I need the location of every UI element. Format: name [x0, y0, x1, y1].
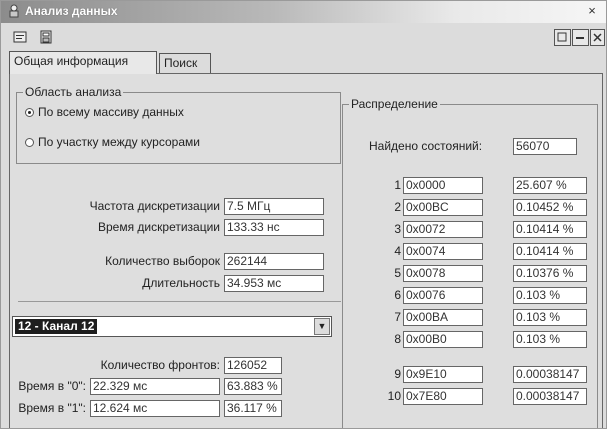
distribution-title: Распределение	[349, 97, 440, 111]
title-bar[interactable]: Анализ данных ×	[1, 1, 606, 23]
state-percent-field[interactable]: 0.10452 %	[513, 199, 587, 216]
state-percent-field[interactable]: 0.10376 %	[513, 265, 587, 282]
state-code-field[interactable]: 0x0078	[403, 265, 483, 282]
radio-label: По всему массиву данных	[38, 105, 184, 119]
analysis-area-title: Область анализа	[23, 85, 124, 99]
window-title: Анализ данных	[25, 4, 118, 18]
sample-rate-label: Частота дискретизации	[89, 199, 220, 213]
row-number: 4	[394, 244, 401, 258]
toolbar	[1, 24, 606, 50]
state-code-field[interactable]: 0x00B0	[403, 331, 483, 348]
minimize-window-button[interactable]	[572, 29, 589, 46]
state-code-field[interactable]: 0x0072	[403, 221, 483, 238]
state-code-field[interactable]: 0x0000	[403, 177, 483, 194]
state-percent-field[interactable]: 0.10414 %	[513, 243, 587, 260]
time-zero-percent-field[interactable]: 63.883 %	[224, 378, 282, 395]
state-percent-field[interactable]: 25.607 %	[513, 177, 587, 194]
channel-select[interactable]: 12 - Канал 12 ▼	[12, 316, 332, 337]
state-code-field[interactable]: 0x0076	[403, 287, 483, 304]
open-icon[interactable]	[11, 28, 29, 46]
analysis-area-group: Область анализа По всему массиву данных …	[16, 85, 341, 164]
restore-window-button[interactable]	[554, 29, 571, 46]
state-percent-field[interactable]: 0.00038147	[513, 388, 587, 405]
state-code-field[interactable]: 0x0074	[403, 243, 483, 260]
radio-whole-array[interactable]: По всему массиву данных	[25, 105, 184, 119]
duration-field[interactable]: 34.953 мс	[224, 275, 324, 292]
radio-selected-icon[interactable]	[25, 108, 34, 118]
channel-select-value: 12 - Канал 12	[15, 319, 98, 334]
duration-label: Длительность	[142, 276, 220, 290]
time-one-percent-field[interactable]: 36.117 %	[224, 400, 282, 417]
fronts-label: Количество фронтов:	[100, 358, 220, 372]
state-percent-field[interactable]: 0.103 %	[513, 287, 587, 304]
sample-count-field[interactable]: 262144	[224, 253, 324, 270]
state-code-field[interactable]: 0x7E80	[403, 388, 483, 405]
radio-unselected-icon[interactable]	[25, 138, 34, 148]
row-number: 1	[394, 178, 401, 192]
found-states-field[interactable]: 56070	[513, 138, 577, 155]
row-number: 10	[387, 389, 401, 403]
state-code-field[interactable]: 0x00BC	[403, 199, 483, 216]
row-number: 2	[394, 200, 401, 214]
radio-between-cursors[interactable]: По участку между курсорами	[25, 135, 200, 149]
sample-time-label: Время дискретизации	[98, 220, 220, 234]
time-zero-field[interactable]: 22.329 мс	[90, 378, 220, 395]
radio-label: По участку между курсорами	[38, 135, 200, 149]
tab-search[interactable]: Поиск	[159, 53, 211, 73]
state-code-field[interactable]: 0x9E10	[403, 366, 483, 383]
sample-time-field[interactable]: 133.33 нс	[224, 219, 324, 236]
analysis-window: Анализ данных × Общая информация Поиск О…	[0, 0, 607, 429]
divider	[18, 301, 341, 302]
time-one-field[interactable]: 12.624 мс	[90, 400, 220, 417]
sample-rate-field[interactable]: 7.5 МГц	[224, 198, 324, 215]
row-number: 9	[394, 367, 401, 381]
app-icon	[7, 4, 21, 18]
row-number: 5	[394, 266, 401, 280]
row-number: 3	[394, 222, 401, 236]
state-code-field[interactable]: 0x00BA	[403, 309, 483, 326]
chevron-down-icon[interactable]: ▼	[314, 318, 330, 335]
row-number: 6	[394, 288, 401, 302]
distribution-group: Распределение Найдено состояний: 56070 1…	[342, 97, 598, 428]
fronts-field[interactable]: 126052	[224, 357, 282, 374]
tab-general-info[interactable]: Общая информация	[9, 51, 157, 74]
state-percent-field[interactable]: 0.103 %	[513, 309, 587, 326]
state-percent-field[interactable]: 0.00038147	[513, 366, 587, 383]
tab-panel: Область анализа По всему массиву данных …	[9, 73, 603, 428]
time-one-label: Время в "1":	[18, 401, 86, 415]
row-number: 8	[394, 332, 401, 346]
close-icon[interactable]: ×	[584, 3, 600, 19]
sample-count-label: Количество выборок	[105, 254, 220, 268]
state-percent-field[interactable]: 0.10414 %	[513, 221, 587, 238]
time-zero-label: Время в "0":	[18, 379, 86, 393]
close-window-button[interactable]	[590, 29, 605, 46]
state-percent-field[interactable]: 0.103 %	[513, 331, 587, 348]
found-states-label: Найдено состояний:	[369, 139, 483, 153]
row-number: 7	[394, 310, 401, 324]
save-icon[interactable]	[37, 28, 55, 46]
